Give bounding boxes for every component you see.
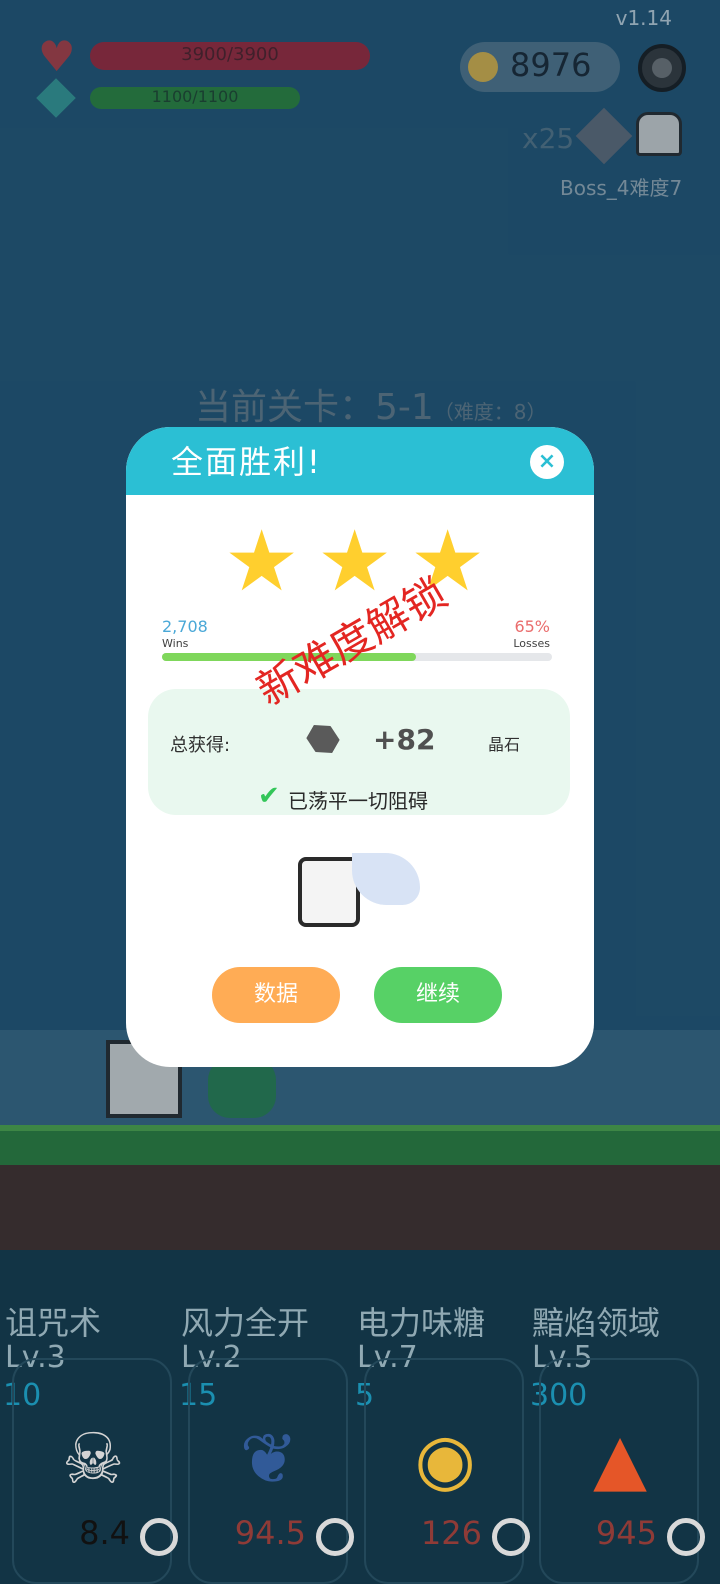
crystal-gem-icon: [303, 719, 344, 760]
skill-name: 电力味糖: [357, 1304, 486, 1342]
close-button[interactable]: ×: [530, 445, 564, 479]
skill-lollipop[interactable]: 电力味糖 Lv.7 5 ◉ 126: [352, 1298, 530, 1584]
reward-name: 晶石: [488, 735, 521, 754]
checkmark-icon: ✔: [258, 781, 280, 811]
stats-button[interactable]: 数据: [212, 967, 340, 1023]
skill-name: 诅咒术: [5, 1304, 102, 1342]
gear-icon[interactable]: [667, 1518, 705, 1556]
skill-value: 94.5: [234, 1514, 306, 1552]
campfire-icon: ▲: [593, 1418, 647, 1500]
skull-icon: ☠: [61, 1418, 125, 1500]
winged-hero-sprite: [296, 847, 420, 929]
feather-icon: ❦: [239, 1418, 299, 1500]
lollipop-icon: ◉: [414, 1418, 476, 1500]
wins-value: 2,708: [162, 617, 208, 636]
skill-wind[interactable]: 风力全开 Lv.2 15 ❦ 94.5: [176, 1298, 354, 1584]
victory-dialog: 全面胜利! × ★ ★ ★ 2,708 Wins 65% Losses 总获得:…: [126, 427, 594, 1067]
hero-wing: [352, 853, 420, 905]
skill-value: 126: [420, 1514, 482, 1552]
rewards-box: 总获得: +82 晶石 ✔ 已荡平一切阻碍: [148, 689, 570, 815]
wins-label: Wins: [162, 637, 189, 650]
skill-name: 风力全开: [181, 1304, 310, 1342]
reward-label: 总获得:: [170, 735, 231, 756]
gear-icon[interactable]: [140, 1518, 178, 1556]
losses-label: Losses: [513, 637, 550, 650]
cleared-text: 已荡平一切阻碍: [288, 789, 428, 813]
hero-body: [298, 857, 360, 927]
skill-value: 945: [595, 1514, 657, 1552]
skill-value: 8.4: [79, 1514, 130, 1552]
star-icon: ★: [224, 512, 300, 610]
continue-button[interactable]: 继续: [374, 967, 502, 1023]
skill-curse[interactable]: 诅咒术 Lv.3 10 ☠ 8.4: [0, 1298, 178, 1584]
skill-flame[interactable]: 黯焰领域 Lv.5 300 ▲ 945: [527, 1298, 705, 1584]
gear-icon[interactable]: [316, 1518, 354, 1556]
gear-icon[interactable]: [492, 1518, 530, 1556]
dialog-title: 全面胜利!: [171, 443, 322, 481]
skill-name: 黯焰领域: [532, 1304, 661, 1342]
reward-amount: +82: [373, 723, 436, 756]
losses-value: 65%: [514, 617, 550, 636]
